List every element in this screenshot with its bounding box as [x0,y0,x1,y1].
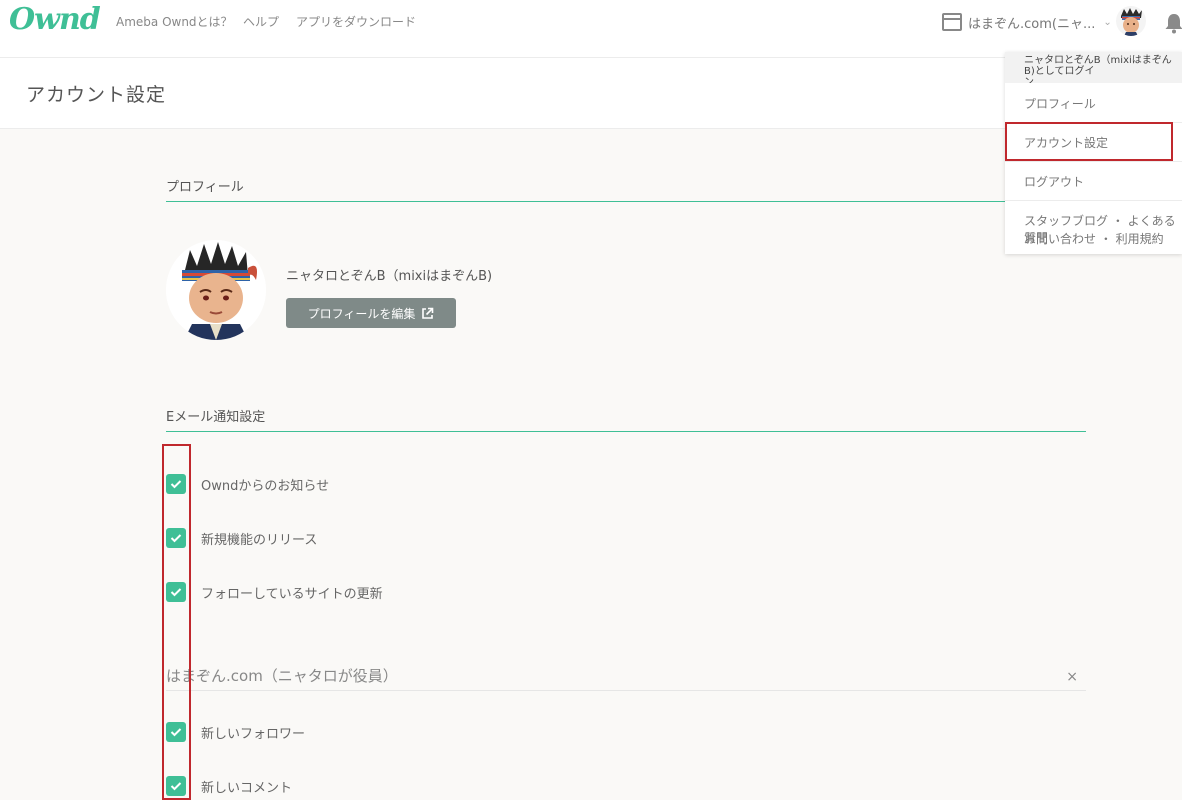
avatar[interactable] [1116,6,1146,36]
dropdown-footer-links-2[interactable]: お問い合わせ ・ 利用規約 [1024,230,1164,247]
external-link-icon [422,307,434,319]
notify-followed-updates: フォローしているサイトの更新 [166,582,383,602]
nav-help[interactable]: ヘルプ [243,13,279,30]
top-bar: Ownd Ameba Owndとは？ ヘルプ アプリをダウンロード はまぞん.c… [0,0,1182,58]
page-title: アカウント設定 [26,84,167,106]
profile-name: ニャタロとぞんB（mixiはまぞんB) [286,269,493,284]
divider [1005,161,1182,162]
site-selector[interactable]: はまぞん.com(ニャ... ⌄ [942,12,1112,32]
dropdown-user-label: ニャタロとぞんB（mixiはまぞんB)としてログイ ン [1005,52,1182,83]
nav-download-app[interactable]: アプリをダウンロード [296,13,416,30]
email-section-heading: Eメール通知設定 [166,406,1086,432]
bell-icon[interactable] [1164,12,1182,34]
checkbox-label: 新しいフォロワー [201,726,306,742]
checkbox-label: 新規機能のリリース [201,532,318,548]
checkbox-label: フォローしているサイトの更新 [201,586,383,602]
nav-about[interactable]: Ameba Owndとは？ [116,13,233,30]
profile-avatar [166,240,266,340]
site-name: はまぞん.com（ニャタロが役員） [166,667,398,685]
site-selector-label: はまぞん.com(ニャ... [968,16,1096,32]
dropdown-item-profile[interactable]: プロフィール [1024,95,1096,112]
edit-profile-label: プロフィールを編集 [307,306,416,321]
ownd-logo[interactable]: Ownd [9,2,101,37]
checkbox-label: Owndからのお知らせ [201,478,330,494]
site-notification-header: はまぞん.com（ニャタロが役員） × [166,665,1086,691]
checkbox-label: 新しいコメント [201,780,293,796]
profile-section-heading: プロフィール [166,176,1086,202]
highlight-box-checkboxes [162,444,191,800]
edit-profile-button[interactable]: プロフィールを編集 [286,298,456,328]
close-icon[interactable]: × [1066,669,1078,685]
divider [1005,200,1182,201]
site-window-icon [942,13,962,31]
highlight-box-account-settings [1005,122,1173,161]
dropdown-item-logout[interactable]: ログアウト [1024,173,1084,190]
chevron-down-icon: ⌄ [1103,16,1112,28]
